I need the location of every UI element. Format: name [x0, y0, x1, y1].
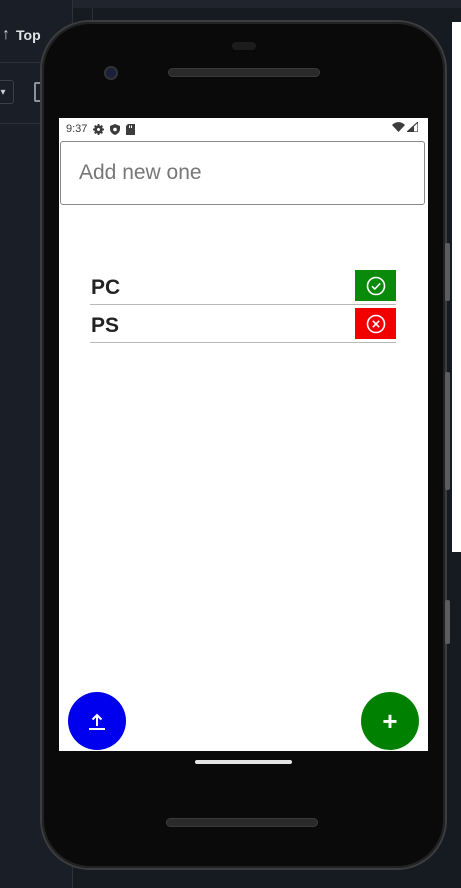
- chevron-down-icon: ▾: [0, 86, 6, 98]
- proximity-sensor: [232, 42, 256, 50]
- side-button[interactable]: [445, 600, 450, 644]
- shield-icon: [110, 123, 121, 135]
- ide-right-panel: [452, 22, 461, 552]
- wifi-icon: [392, 122, 405, 135]
- power-button[interactable]: [445, 372, 450, 490]
- plus-icon: +: [382, 705, 398, 736]
- signal-icon: [405, 120, 419, 135]
- arrow-up-icon: ↑: [2, 26, 10, 43]
- sd-card-icon: [126, 123, 136, 135]
- bottom-speaker: [166, 818, 318, 827]
- settings-icon: [93, 123, 105, 135]
- add-item-field[interactable]: [60, 141, 425, 205]
- upload-button[interactable]: [68, 692, 126, 750]
- x-circle-icon: [366, 314, 385, 333]
- list-item: PC: [90, 270, 396, 305]
- upload-icon: [89, 713, 105, 730]
- ide-top-button[interactable]: ↑ Top: [2, 22, 41, 48]
- app-screen: 9:37 PC PS: [59, 118, 428, 751]
- volume-button[interactable]: [445, 243, 450, 301]
- item-label: PC: [91, 276, 121, 299]
- status-bar: 9:37: [59, 118, 428, 140]
- status-time: 9:37: [66, 123, 88, 135]
- list-item: PS: [90, 308, 396, 343]
- mark-done-button[interactable]: [355, 270, 396, 301]
- add-item-input[interactable]: [77, 160, 401, 186]
- earpiece-speaker: [168, 68, 320, 77]
- home-indicator[interactable]: [195, 760, 292, 764]
- mark-undone-button[interactable]: [355, 308, 396, 339]
- item-label: PS: [91, 314, 120, 337]
- check-circle-icon: [366, 276, 385, 295]
- ide-dropdown[interactable]: ▾: [0, 80, 14, 104]
- ide-top-button-label: Top: [16, 27, 41, 43]
- front-camera: [104, 66, 118, 80]
- add-button[interactable]: +: [361, 692, 419, 750]
